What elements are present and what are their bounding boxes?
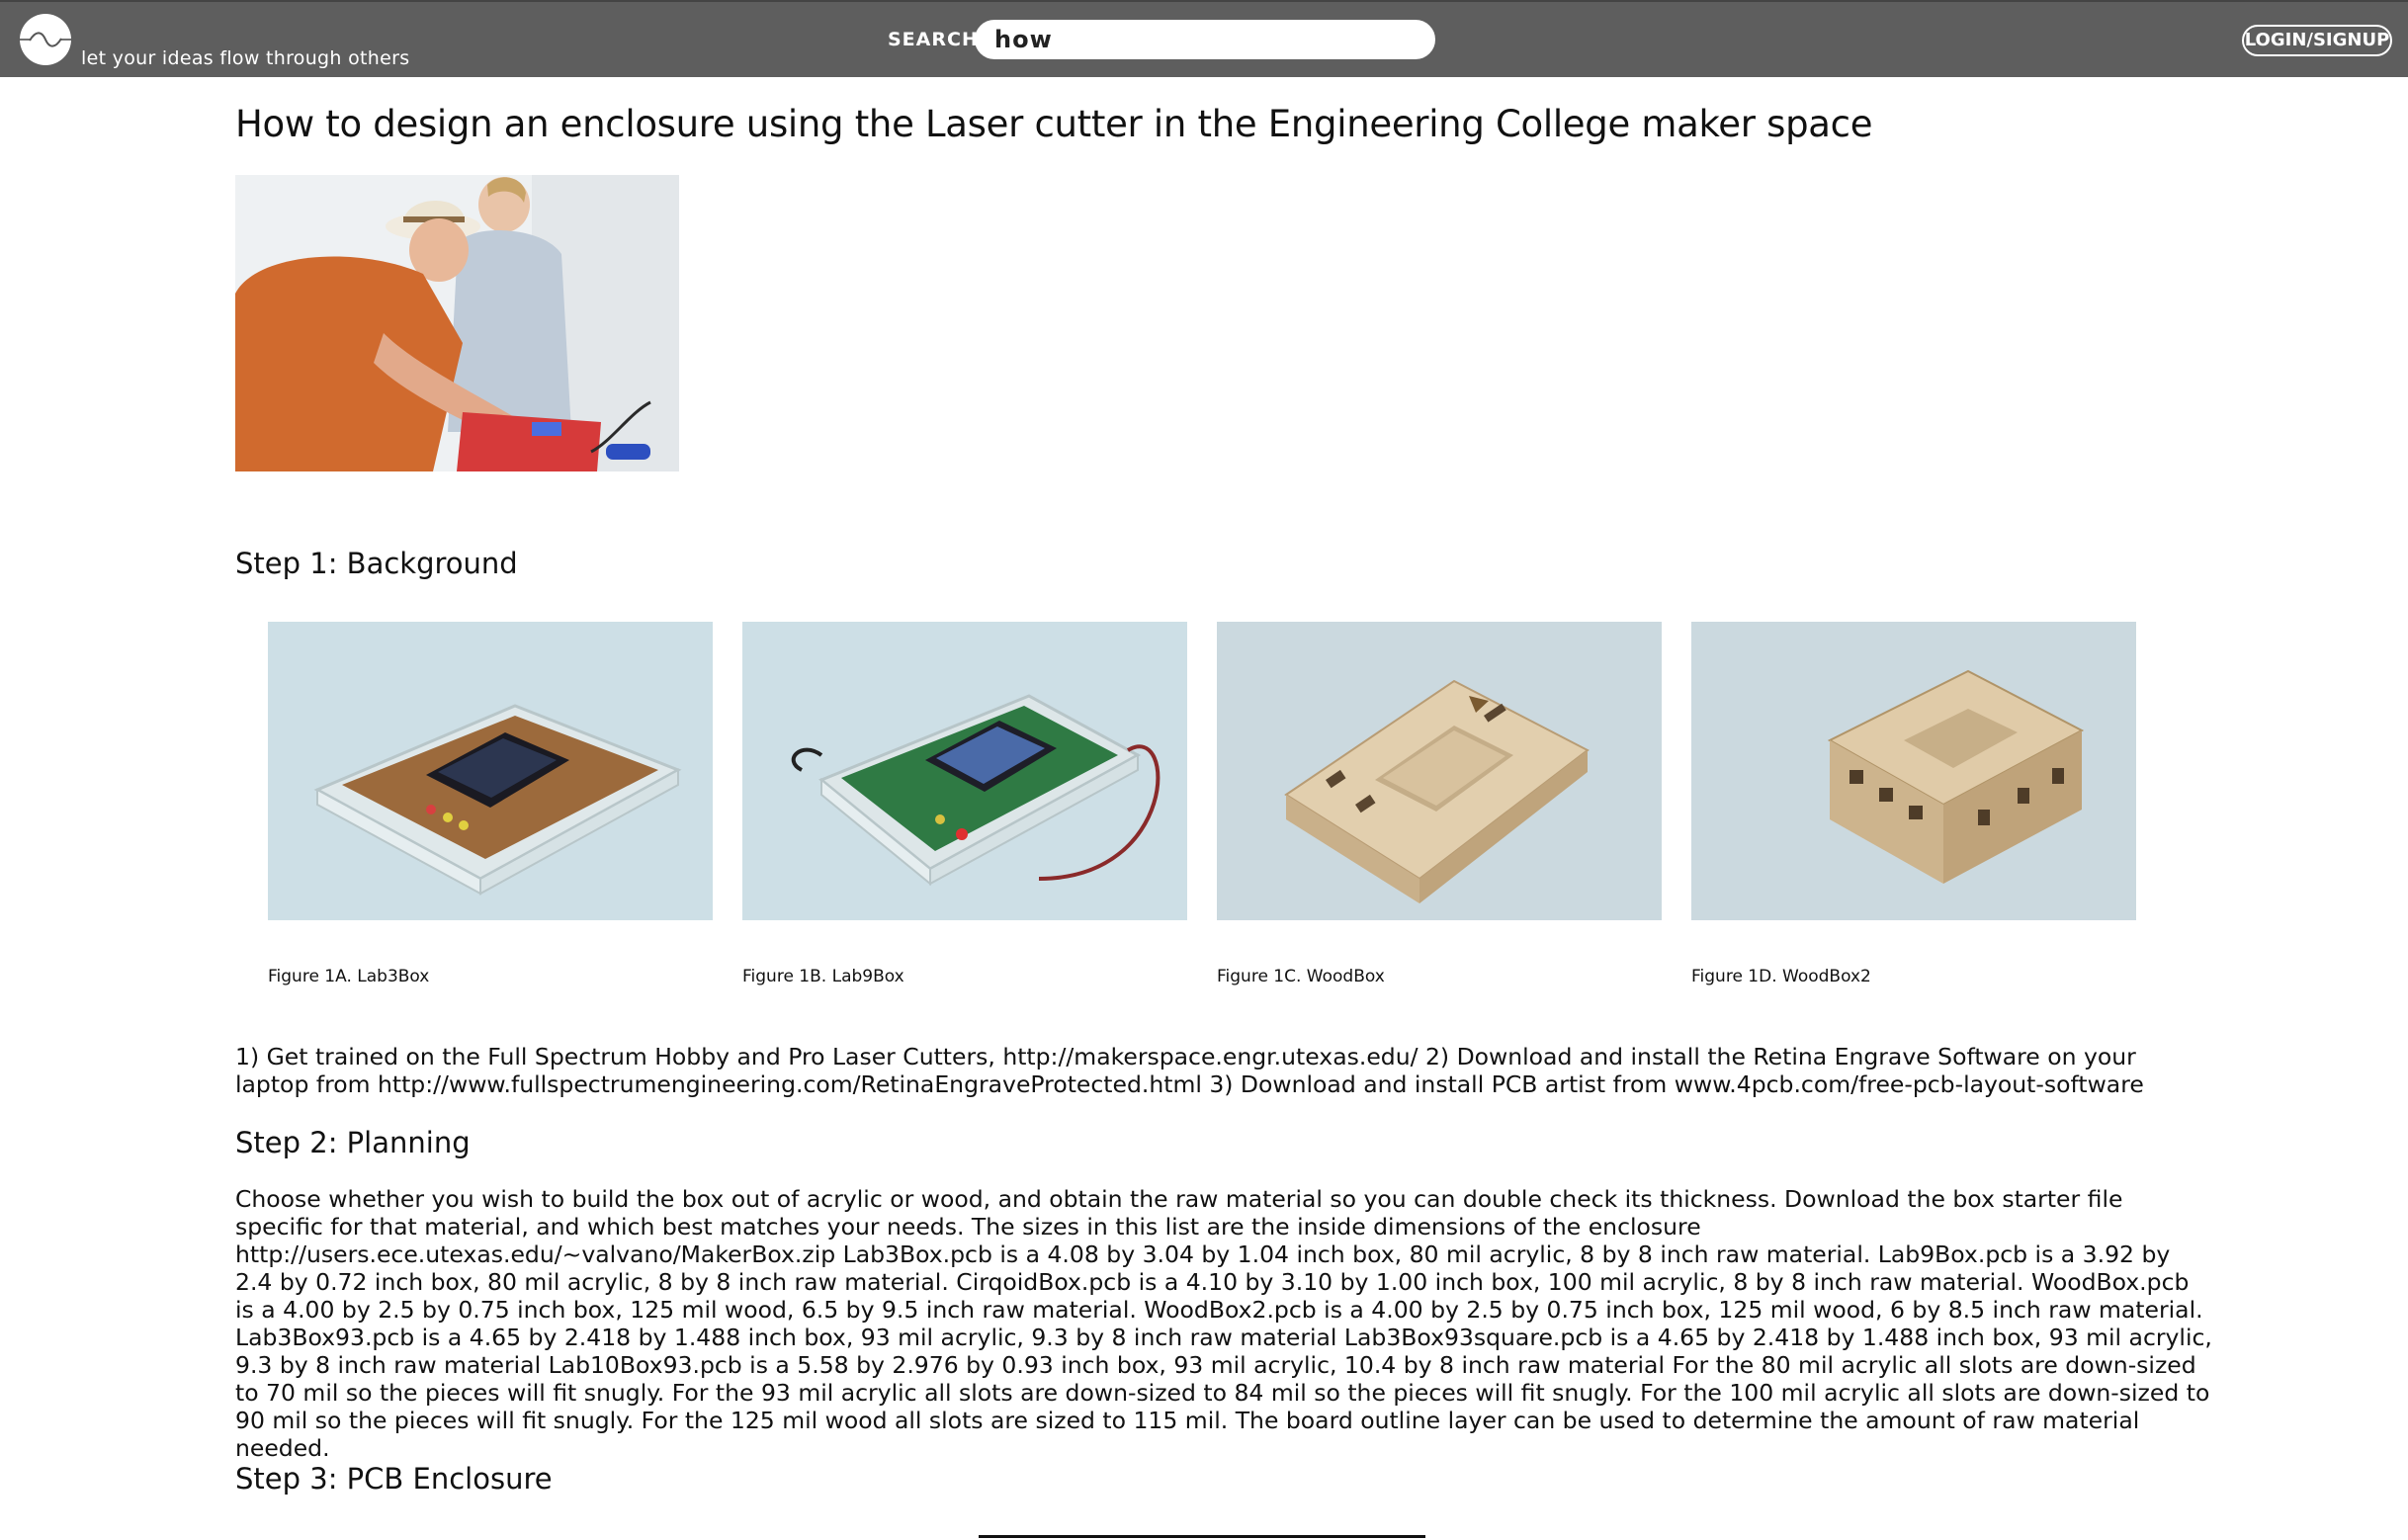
page-title: How to design an enclosure using the Las… bbox=[235, 103, 1873, 145]
step-3-image-top-edge bbox=[979, 1535, 1425, 1538]
step-1-body-text: 1) Get trained on the Full Spectrum Hobb… bbox=[235, 1043, 2144, 1098]
step-3-heading: Step 3: PCB Enclosure bbox=[235, 1462, 553, 1496]
figure-1a-image[interactable] bbox=[268, 622, 713, 920]
logo[interactable] bbox=[20, 14, 71, 65]
step-1-heading: Step 1: Background bbox=[235, 547, 518, 580]
step-2-heading: Step 2: Planning bbox=[235, 1126, 471, 1159]
figure-1a-caption: Figure 1A. Lab3Box bbox=[268, 967, 430, 986]
hero-image bbox=[235, 175, 679, 471]
site-tagline: let your ideas flow through others bbox=[81, 47, 410, 69]
figure-1c-caption: Figure 1C. WoodBox bbox=[1217, 967, 1385, 986]
figure-1b-image[interactable] bbox=[742, 622, 1187, 920]
figure-1d-image[interactable] bbox=[1691, 622, 2136, 920]
figure-1b-caption: Figure 1B. Lab9Box bbox=[742, 967, 904, 986]
search-label: SEARCH bbox=[888, 29, 979, 50]
login-signup-button[interactable]: LOGIN/SIGNUP bbox=[2242, 25, 2392, 56]
figure-1d-caption: Figure 1D. WoodBox2 bbox=[1691, 967, 1871, 986]
search-input[interactable] bbox=[975, 20, 1435, 59]
figure-1c-image[interactable] bbox=[1217, 622, 1662, 920]
wave-logo-icon bbox=[20, 32, 71, 47]
step-2-body-text: Choose whether you wish to build the box… bbox=[235, 1185, 2212, 1462]
top-navigation-bar: let your ideas flow through others SEARC… bbox=[0, 0, 2408, 77]
